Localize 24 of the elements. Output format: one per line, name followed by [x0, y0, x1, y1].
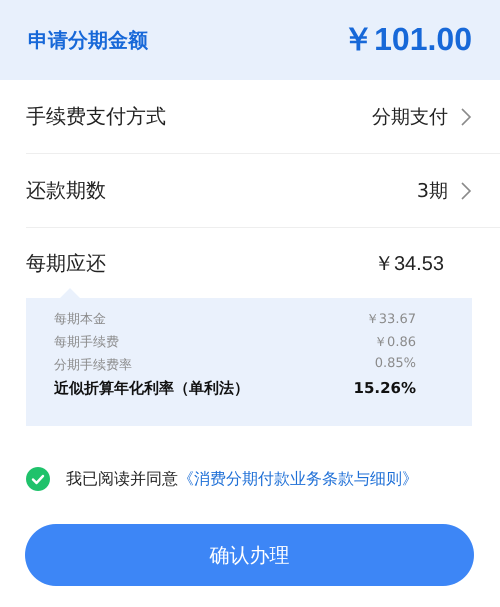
- detail-label: 近似折算年化利率（单利法）: [54, 379, 249, 398]
- amount-value: ￥101.00: [342, 20, 472, 59]
- terms-link[interactable]: 《消费分期付款业务条款与细则》: [178, 468, 418, 490]
- detail-label: 分期手续费率: [54, 357, 132, 374]
- confirm-button[interactable]: 确认办理: [25, 524, 474, 586]
- option-label: 手续费支付方式: [26, 103, 166, 130]
- option-row[interactable]: 手续费支付方式 分期支付: [26, 80, 500, 154]
- detail-label: 每期手续费: [54, 334, 119, 351]
- detail-value: 0.85%: [374, 356, 416, 373]
- detail-value: 15.26%: [354, 379, 416, 398]
- detail-value: ￥0.86: [374, 334, 416, 351]
- agreement-text: 我已阅读并同意: [66, 468, 178, 490]
- per-period-amount: ￥34.53: [374, 252, 444, 276]
- checkbox[interactable]: [26, 467, 50, 491]
- option-value: 分期支付: [372, 104, 448, 130]
- amount-label: 申请分期金额: [28, 26, 148, 54]
- chevron-icon: [460, 106, 472, 126]
- option-value: 3期: [416, 178, 448, 204]
- detail-value: ￥33.67: [366, 311, 416, 328]
- option-label: 还款期数: [26, 177, 106, 204]
- detail-label: 每期本金: [54, 311, 106, 328]
- chevron-icon: [460, 180, 472, 200]
- option-row[interactable]: 还款期数 3期: [26, 154, 500, 228]
- per-period-label: 每期应还: [26, 250, 106, 276]
